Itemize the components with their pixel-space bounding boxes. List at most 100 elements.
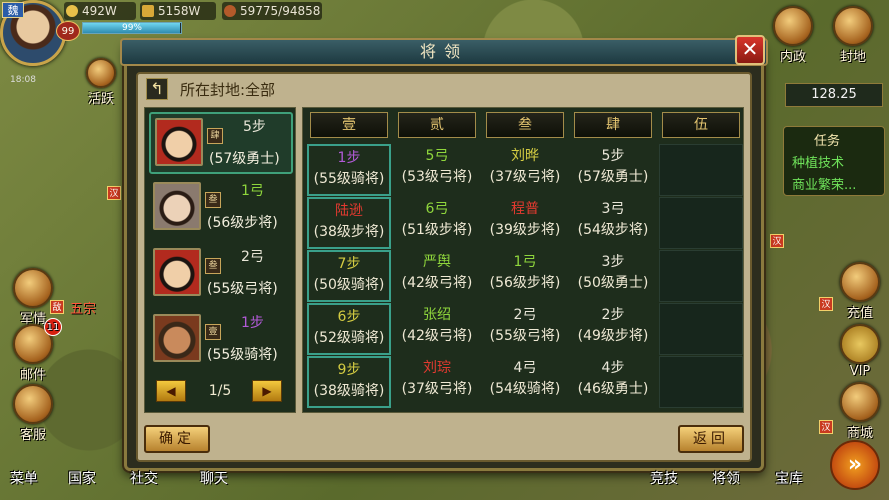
- close-button[interactable]: ✕: [735, 35, 765, 65]
- formation-grid: 壹贰叁肆伍 1步 (55级骑将) 5弓 (53级弓将) 刘晔 (37级弓将) 5步 (57级勇士…: [302, 107, 744, 413]
- formation-slot[interactable]: 6步 (52级骑将): [307, 303, 391, 355]
- slot-general-info: (42级弓将): [401, 328, 473, 344]
- slot-general-info: (49级步将): [577, 328, 649, 344]
- slot-general-info: (46级勇士): [577, 381, 649, 397]
- next-page-button[interactable]: ▶: [252, 380, 282, 402]
- general-name: 2弓: [241, 249, 264, 265]
- slot-general-info: (51级步将): [401, 222, 473, 238]
- general-card[interactable]: 肆 5步 (57级勇士): [149, 112, 293, 174]
- gold-ingot-icon: [840, 382, 880, 422]
- activity-button[interactable]: 活跃: [74, 58, 128, 116]
- formation-slot[interactable]: 4步 (46级勇士): [571, 356, 655, 408]
- empty-slot[interactable]: [659, 356, 743, 408]
- formation-slot[interactable]: 陆逊 (38级步将): [307, 197, 391, 249]
- formation-slot[interactable]: 3弓 (54级步将): [571, 197, 655, 249]
- map-flag-icon: 汉: [107, 186, 121, 200]
- general-card[interactable]: 壹 1步 (55级骑将): [149, 310, 293, 372]
- slot-general-name: 7步: [337, 256, 361, 272]
- empty-slot[interactable]: [659, 197, 743, 249]
- general-info: (55级骑将): [207, 347, 278, 363]
- shop-button[interactable]: 商城: [833, 382, 887, 441]
- confirm-button[interactable]: 确定: [144, 425, 210, 453]
- position-tag: 叁: [205, 258, 221, 274]
- slot-general-info: (37级弓将): [489, 169, 561, 185]
- formation-slot[interactable]: 程普 (39级步将): [483, 197, 567, 249]
- position-tag: 叁: [205, 192, 221, 208]
- slot-general-name: 5弓: [425, 148, 449, 164]
- slot-general-name: 5步: [601, 148, 625, 164]
- general-portrait: [155, 118, 203, 166]
- castle-icon: [833, 6, 873, 46]
- formation-slot[interactable]: 5弓 (53级弓将): [395, 144, 479, 196]
- social-button[interactable]: 社交: [130, 468, 158, 488]
- scroll-icon: [773, 6, 813, 46]
- recharge-button[interactable]: 充值: [833, 262, 887, 321]
- formation-slot[interactable]: 3步 (50级勇士): [571, 250, 655, 302]
- formation-slot[interactable]: 张绍 (42级弓将): [395, 303, 479, 355]
- formation-slot[interactable]: 6弓 (51级步将): [395, 197, 479, 249]
- formation-slot[interactable]: 4弓 (54级骑将): [483, 356, 567, 408]
- empty-slot[interactable]: [659, 303, 743, 355]
- task-panel[interactable]: 任务 种植技术 商业繁荣...: [783, 126, 885, 196]
- enemy-flag-icon: 敌: [50, 300, 64, 314]
- prev-page-button[interactable]: ◀: [156, 380, 186, 402]
- formation-slot[interactable]: 刘晔 (37级弓将): [483, 144, 567, 196]
- gold-stat: 492W: [64, 2, 136, 20]
- slot-general-name: 6弓: [425, 201, 449, 217]
- slot-general-info: (53级弓将): [401, 169, 473, 185]
- slot-general-name: 1步: [337, 150, 361, 166]
- nation-badge: 魏: [2, 2, 24, 18]
- back-arrow-icon[interactable]: ↰: [146, 78, 168, 100]
- formation-slot[interactable]: 7步 (50级骑将): [307, 250, 391, 302]
- slot-general-name: 6步: [337, 309, 361, 325]
- formation-slot[interactable]: 5步 (57级勇士): [571, 144, 655, 196]
- general-name: 1步: [241, 315, 264, 331]
- generals-button[interactable]: 将领: [712, 468, 740, 488]
- task-item[interactable]: 商业繁荣...: [792, 174, 856, 193]
- empty-slot[interactable]: [659, 250, 743, 302]
- formation-slot[interactable]: 1步 (55级骑将): [307, 144, 391, 196]
- empty-slot[interactable]: [659, 144, 743, 196]
- mail-button[interactable]: 邮件 11: [6, 318, 62, 383]
- experience-text: 99%: [121, 23, 142, 33]
- return-button[interactable]: 返回: [678, 425, 744, 453]
- slot-general-info: (50级骑将): [313, 277, 385, 293]
- formation-slot[interactable]: 2弓 (55级弓将): [483, 303, 567, 355]
- position-tag: 肆: [207, 128, 223, 144]
- country-button[interactable]: 国家: [68, 468, 96, 488]
- slot-general-name: 9步: [337, 362, 361, 378]
- dialog-title: 将领: [419, 42, 468, 61]
- service-icon: [13, 384, 53, 424]
- general-card[interactable]: 叁 1弓 (56级步将): [149, 178, 293, 240]
- general-list-pager: ◀ 1/5 ▶: [156, 380, 284, 402]
- treasury-button[interactable]: 宝库: [775, 468, 803, 488]
- general-portrait: [153, 248, 201, 296]
- slot-general-name: 严舆: [423, 254, 451, 270]
- fief-button[interactable]: 封地: [826, 6, 880, 65]
- task-item[interactable]: 种植技术: [792, 152, 844, 171]
- formation-slot[interactable]: 1弓 (56级步将): [483, 250, 567, 302]
- formation-slot[interactable]: 9步 (38级骑将): [307, 356, 391, 408]
- arena-button[interactable]: 竞技: [650, 468, 678, 488]
- vip-button[interactable]: VIP: [833, 324, 887, 382]
- military-sub-text: 五宗: [70, 302, 97, 317]
- slot-general-name: 刘晔: [511, 148, 539, 164]
- slot-general-info: (55级弓将): [489, 328, 561, 344]
- formation-slot[interactable]: 2步 (49级步将): [571, 303, 655, 355]
- slot-general-name: 陆逊: [335, 203, 363, 219]
- chat-button[interactable]: 聊天: [200, 468, 228, 488]
- customer-service-button[interactable]: 客服: [6, 384, 60, 443]
- menu-button[interactable]: 菜单: [10, 468, 38, 488]
- troops-value: 59775/94858: [240, 4, 321, 18]
- food-value: 5158W: [158, 4, 201, 18]
- slot-general-name: 2步: [601, 307, 625, 323]
- column-header: 肆: [574, 112, 652, 138]
- formation-slot[interactable]: 刘琮 (37级弓将): [395, 356, 479, 408]
- general-name: 1弓: [241, 183, 264, 199]
- general-card[interactable]: 叁 2弓 (55级弓将): [149, 244, 293, 306]
- formation-slot[interactable]: 严舆 (42级弓将): [395, 250, 479, 302]
- slot-general-info: (39级步将): [489, 222, 561, 238]
- expand-menu-icon[interactable]: »: [830, 440, 880, 490]
- general-name: 5步: [243, 119, 266, 135]
- internal-affairs-button[interactable]: 内政: [766, 6, 820, 65]
